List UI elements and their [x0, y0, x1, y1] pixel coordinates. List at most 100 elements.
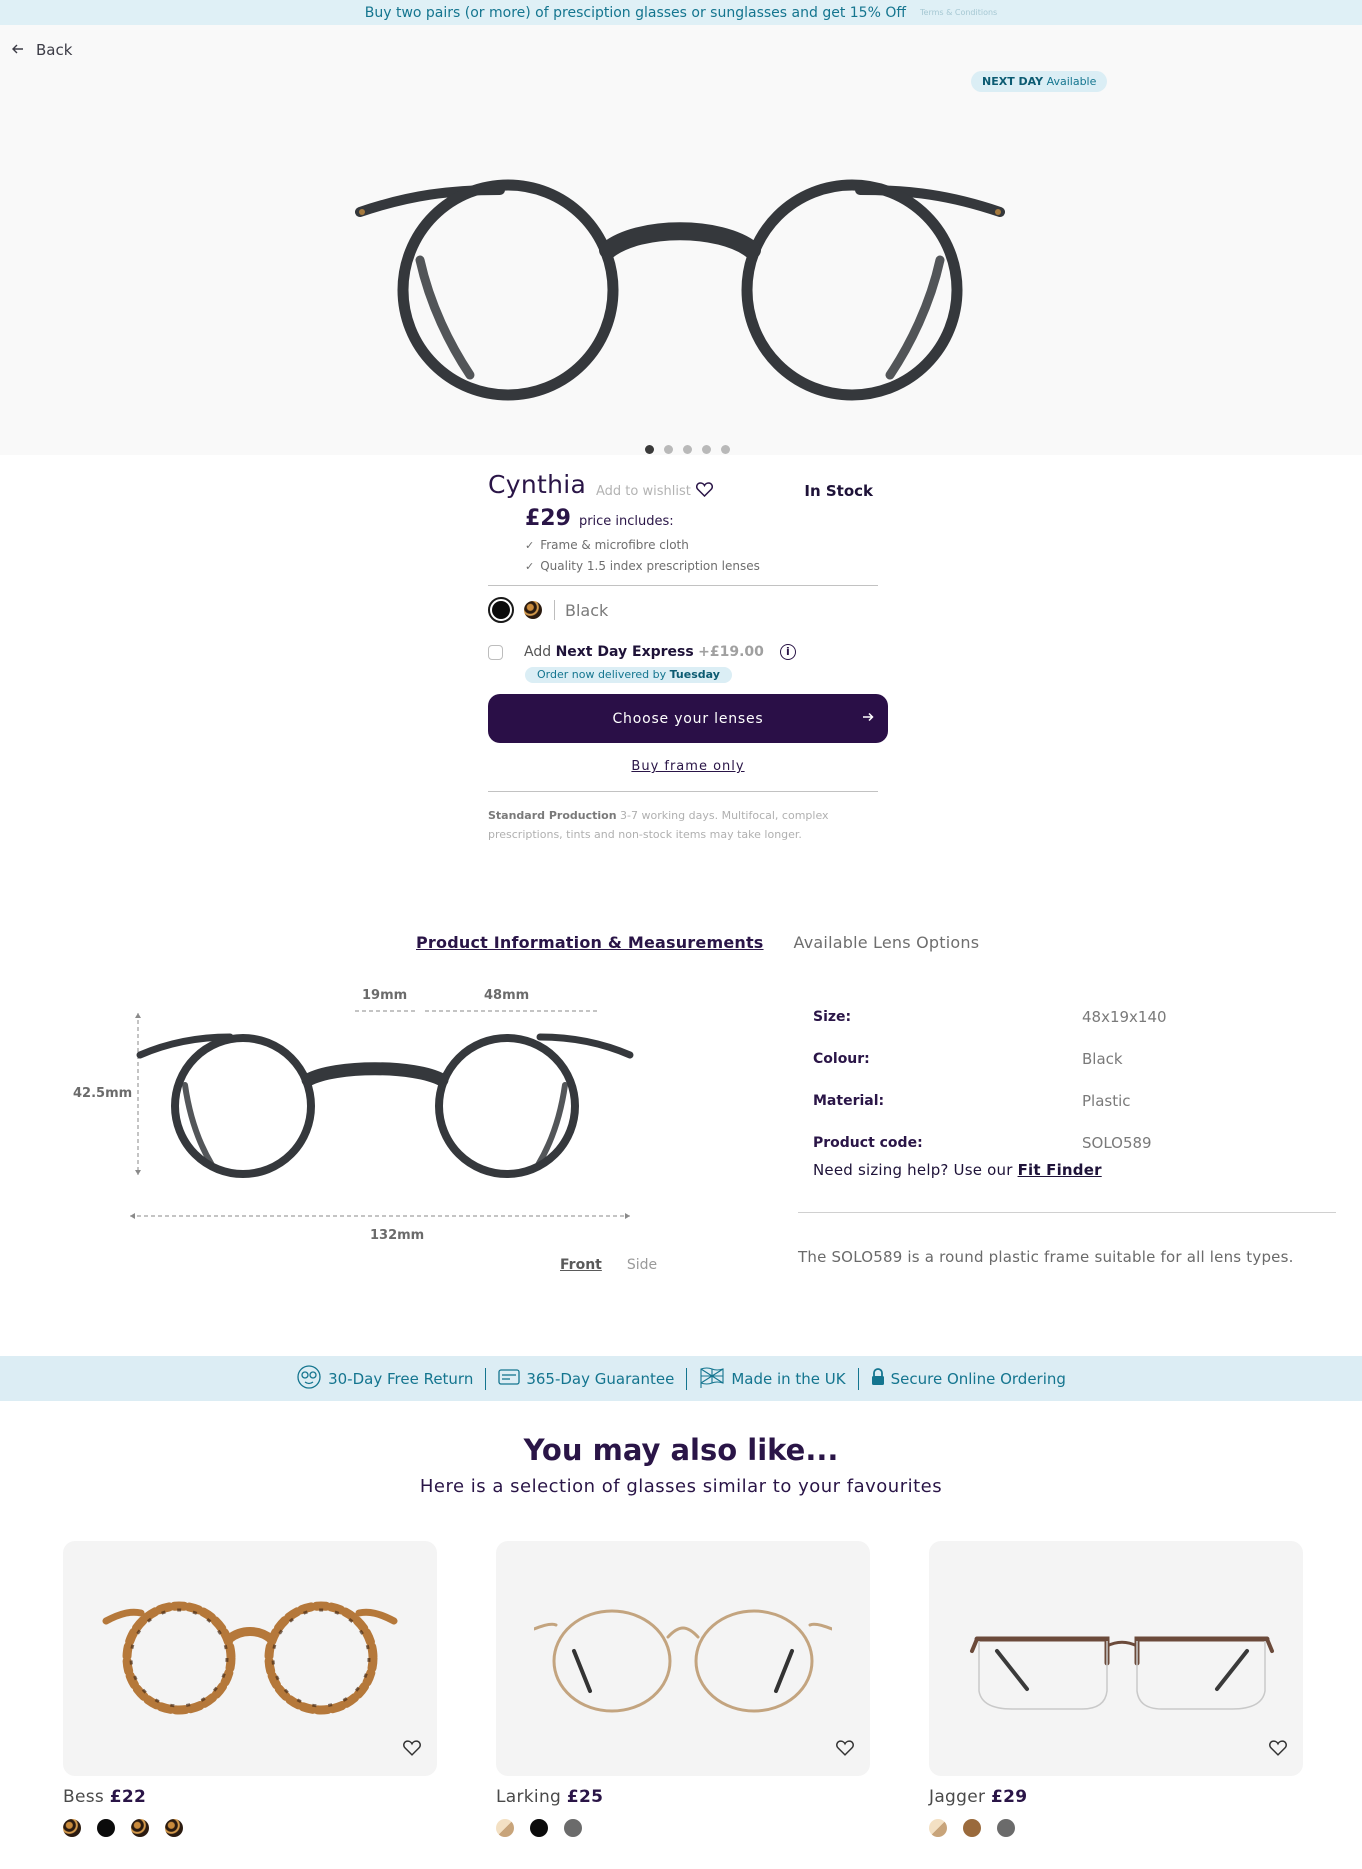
back-button[interactable]: Back [12, 41, 72, 59]
choose-lenses-button[interactable]: Choose your lenses [488, 694, 888, 743]
next-day-express-option: Add Next Day Express +£19.00 i [488, 642, 888, 662]
spec-row: Material: Plastic [813, 1092, 1131, 1110]
card-swatches [63, 1819, 437, 1837]
buy-frame-only-link[interactable]: Buy frame only [488, 759, 888, 774]
express-name: Next Day Express [555, 644, 694, 660]
product-card-price: £22 [109, 1787, 147, 1807]
card-swatches [929, 1819, 1303, 1837]
divider [798, 1212, 1336, 1213]
stock-status: In Stock [804, 482, 873, 500]
production-bold: Standard Production [488, 809, 617, 822]
wishlist-button[interactable]: Add to wishlist [596, 482, 713, 501]
product-image [534, 1609, 832, 1713]
info-icon[interactable]: i [779, 644, 796, 660]
arrow-left-icon [12, 41, 24, 59]
next-day-bold: NEXT DAY [982, 75, 1044, 88]
colour-swatch[interactable] [97, 1819, 115, 1837]
selected-colour-name: Black [565, 600, 609, 620]
product-name: Cynthia [488, 470, 587, 499]
includes-item: ✓ Quality 1.5 index prescription lenses [525, 559, 760, 573]
colour-swatch[interactable] [63, 1819, 81, 1837]
cta-label: Choose your lenses [612, 710, 764, 727]
product-tabs: Product Information & Measurements Avail… [416, 933, 979, 952]
product-card-image[interactable] [496, 1541, 870, 1776]
production-note: Standard Production 3-7 working days. Mu… [488, 809, 829, 841]
terms-link[interactable]: Terms & Conditions [920, 8, 997, 17]
includes-list: ✓ Frame & microfibre cloth ✓ Quality 1.5 i… [525, 535, 888, 577]
gallery-dots [645, 445, 730, 454]
product-gallery: Back NEXT DAY Available [0, 25, 1362, 455]
wishlist-label: Add to wishlist [596, 484, 691, 499]
trust-item-uk: Made in the UK [687, 1366, 857, 1392]
card-swatches [496, 1819, 870, 1837]
promo-banner: Buy two pairs (or more) of presciption g… [0, 0, 1362, 25]
arrow-right-icon [862, 708, 874, 727]
product-card: Jagger £29 [929, 1541, 1303, 1837]
card-icon [498, 1368, 520, 1390]
recommend-subtitle: Here is a selection of glasses similar t… [419, 1476, 943, 1497]
view-front[interactable]: Front [560, 1257, 602, 1273]
trust-item-secure: Secure Online Ordering [859, 1367, 1078, 1390]
heart-icon[interactable] [403, 1740, 421, 1760]
product-card-image[interactable] [929, 1541, 1303, 1776]
next-day-rest: Available [1046, 75, 1097, 88]
lens-measure: 48mm [484, 988, 530, 1003]
measurement-diagram: 19mm 48mm 42.5mm 132mm [60, 980, 670, 1280]
gallery-dot[interactable] [645, 445, 654, 454]
heart-icon[interactable] [836, 1740, 854, 1760]
includes-item: ✓ Frame & microfibre cloth [525, 538, 689, 552]
product-card-price: £25 [566, 1787, 604, 1807]
promo-text: Buy two pairs (or more) of presciption g… [364, 4, 906, 21]
colour-swatch[interactable] [496, 1819, 514, 1837]
product-card-name[interactable]: Bess £22 [63, 1787, 437, 1807]
sizing-help: Need sizing help? Use our Fit Finder [813, 1161, 1102, 1179]
gallery-dot[interactable] [702, 445, 711, 454]
product-card-name[interactable]: Larking £25 [496, 1787, 870, 1807]
view-side[interactable]: Side [627, 1257, 657, 1273]
price-includes-label: price includes: [578, 514, 674, 529]
delivery-day: Tuesday [669, 668, 720, 681]
express-price: +£19.00 [698, 644, 764, 660]
heart-icon [695, 482, 713, 501]
divider [488, 791, 878, 792]
bridge-measure: 19mm [362, 988, 408, 1003]
colour-swatch[interactable] [564, 1819, 582, 1837]
colour-swatch[interactable] [997, 1819, 1015, 1837]
product-image [355, 179, 1005, 401]
product-image [102, 1601, 398, 1715]
product-image [970, 1636, 1274, 1710]
tab-lens-options[interactable]: Available Lens Options [794, 933, 980, 952]
colour-swatch[interactable] [131, 1819, 149, 1837]
colour-swatch[interactable] [530, 1819, 548, 1837]
gallery-dot[interactable] [683, 445, 692, 454]
recommend-title: You may also like... [523, 1433, 839, 1467]
spec-table: Size: 48x19x140 Colour: Black Material: Pla… [813, 996, 1333, 1179]
width-measure: 132mm [370, 1228, 425, 1243]
divider [488, 585, 878, 586]
fit-finder-link[interactable]: Fit Finder [1018, 1161, 1102, 1179]
colour-swatch[interactable] [929, 1819, 947, 1837]
product-card-name[interactable]: Jagger £29 [929, 1787, 1303, 1807]
tab-product-information[interactable]: Product Information & Measurements [416, 933, 764, 952]
heart-icon[interactable] [1269, 1740, 1287, 1760]
colour-swatch[interactable] [165, 1819, 183, 1837]
colour-swatch-black[interactable] [488, 597, 514, 623]
next-day-express-checkbox[interactable] [488, 644, 503, 660]
colour-swatch-tortoise[interactable] [524, 601, 542, 619]
product-panel: Cynthia Add to wishlist In Stock £29 pri… [488, 470, 888, 844]
spec-row: Product code: SOLO589 [813, 1134, 1152, 1152]
product-description: The SOLO589 is a round plastic frame sui… [798, 1248, 1294, 1266]
view-toggle: Front Side [560, 1257, 657, 1273]
frame-diagram [130, 1010, 634, 1219]
uk-flag-icon [699, 1366, 725, 1392]
gallery-dot[interactable] [664, 445, 673, 454]
colour-selector: Black [488, 595, 888, 625]
trust-item-return: 30-Day Free Return [284, 1364, 485, 1394]
next-day-badge: NEXT DAY Available [971, 71, 1108, 92]
gallery-dot[interactable] [721, 445, 730, 454]
product-card: Larking £25 [496, 1541, 870, 1837]
colour-swatch[interactable] [963, 1819, 981, 1837]
express-label: Add Next Day Express +£19.00 [524, 644, 764, 660]
product-card-image[interactable] [63, 1541, 437, 1776]
check-icon: ✓ [525, 560, 535, 573]
